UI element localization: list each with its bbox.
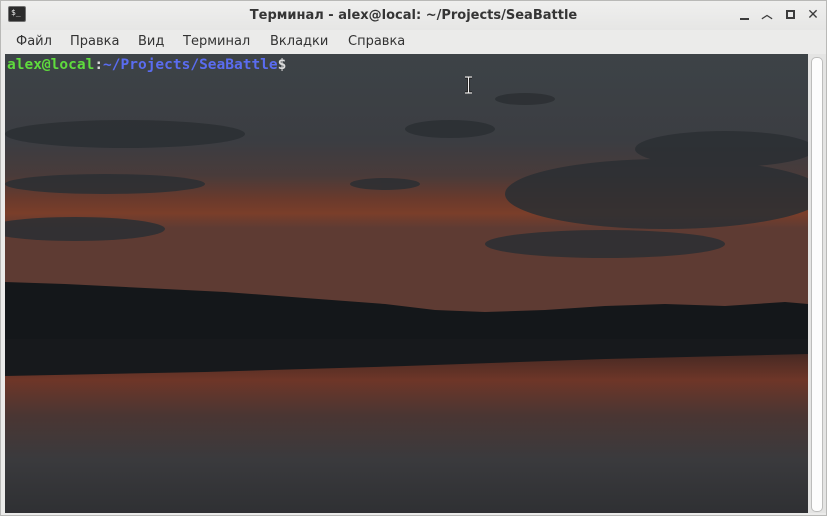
- menu-file[interactable]: Файл: [15, 30, 53, 54]
- minimize-button[interactable]: [736, 6, 754, 24]
- terminal-window: $_ Терминал - alex@local: ~/Projects/Sea…: [0, 0, 827, 516]
- shell-prompt: alex@local:~/Projects/SeaBattle$: [7, 56, 286, 74]
- minimize-icon: [740, 18, 749, 20]
- scrollbar-thumb[interactable]: [811, 57, 823, 512]
- window-title: Терминал - alex@local: ~/Projects/SeaBat…: [249, 8, 578, 23]
- menu-help[interactable]: Справка: [347, 30, 406, 54]
- background-image: [5, 54, 808, 513]
- text-cursor-icon: [465, 76, 472, 94]
- title-bar[interactable]: $_ Терминал - alex@local: ~/Projects/Sea…: [1, 1, 826, 30]
- menu-edit[interactable]: Правка: [69, 30, 120, 54]
- prompt-path: ~/Projects/SeaBattle: [103, 57, 278, 73]
- vertical-scrollbar[interactable]: [808, 54, 826, 513]
- prompt-colon: :: [94, 57, 104, 73]
- prompt-user-host: alex@local: [7, 57, 95, 73]
- maximize-icon: [786, 10, 795, 19]
- prompt-symbol: $: [277, 57, 287, 73]
- menu-bar: Файл Правка Вид Терминал Вкладки Справка: [1, 30, 826, 54]
- chevron-up-button[interactable]: ︿: [758, 6, 776, 24]
- chevron-up-icon: ︿: [761, 8, 773, 21]
- close-button[interactable]: ✕: [804, 6, 822, 24]
- close-icon: ✕: [807, 7, 819, 23]
- menu-tabs[interactable]: Вкладки: [269, 30, 329, 54]
- menu-view[interactable]: Вид: [137, 30, 165, 54]
- terminal-area[interactable]: alex@local:~/Projects/SeaBattle$: [5, 54, 808, 513]
- maximize-button[interactable]: [782, 6, 800, 24]
- menu-terminal[interactable]: Терминал: [182, 30, 251, 54]
